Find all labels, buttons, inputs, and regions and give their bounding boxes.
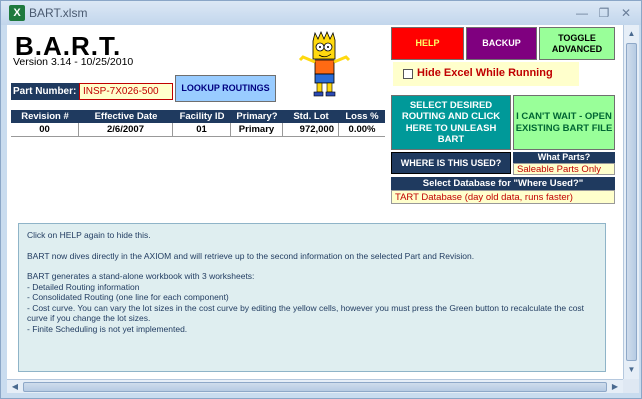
hide-excel-label: Hide Excel While Running: [417, 67, 553, 79]
vertical-scrollbar[interactable]: ▲ ▼: [623, 25, 639, 379]
help-line: BART now dives directly in the AXIOM and…: [27, 250, 475, 261]
table-cell: 2/6/2007: [79, 123, 173, 136]
help-line: - Cost curve. You can vary the lot sizes…: [27, 302, 585, 324]
table-cell: 00: [11, 123, 79, 136]
unleash-bart-button[interactable]: SELECT DESIRED ROUTING AND CLICK HERE TO…: [391, 95, 511, 150]
excel-window: X BART.xlsm — ❐ ✕ B.A.R.T. Version 3.14 …: [0, 0, 642, 399]
table-cell: 0.00%: [348, 124, 376, 135]
table-cell: Primary: [231, 123, 283, 136]
scroll-down-icon[interactable]: ▼: [626, 363, 637, 377]
column-header: Std. Lot: [293, 111, 329, 122]
database-select[interactable]: TART Database (day old data, runs faster…: [391, 190, 615, 204]
open-existing-button[interactable]: I CAN'T WAIT - OPEN EXISTING BART FILE: [513, 95, 615, 150]
table-cell: 01: [173, 123, 231, 136]
window-title: BART.xlsm: [29, 6, 88, 20]
column-header: Revision #: [21, 111, 69, 122]
horizontal-scrollbar[interactable]: ◀ ▶: [7, 379, 623, 393]
database-label: Select Database for "Where Used?": [391, 177, 615, 190]
restore-icon[interactable]: ❐: [595, 5, 613, 21]
part-number-input[interactable]: INSP-7X026-500: [79, 83, 173, 100]
excel-icon: X: [9, 5, 25, 21]
table-cell: 972,000: [283, 123, 339, 136]
version-label: Version 3.14 - 10/25/2010: [13, 56, 134, 68]
part-number-label: Part Number:: [11, 83, 79, 100]
scroll-thumb[interactable]: [626, 43, 637, 361]
help-line: - Consolidated Routing (one line for eac…: [27, 292, 229, 302]
table-row[interactable]: 00 2/6/2007 01 Primary 972,000 0.00%: [11, 123, 385, 137]
help-button[interactable]: HELP: [391, 27, 464, 60]
help-line: Click on HELP again to hide this.: [27, 230, 151, 240]
lookup-routings-button[interactable]: LOOKUP ROUTINGS: [175, 75, 276, 102]
column-header: Effective Date: [94, 111, 158, 122]
toggle-advanced-button[interactable]: TOGGLE ADVANCED: [539, 27, 615, 60]
bart-simpson-image: [298, 30, 351, 97]
resize-corner: [623, 379, 639, 393]
what-parts-label: What Parts?: [513, 152, 615, 163]
help-line: - Finite Scheduling is not yet implement…: [27, 323, 188, 334]
routing-table-header: Revision # Effective Date Facility ID Pr…: [11, 110, 385, 123]
help-panel: Click on HELP again to hide this. BART n…: [18, 223, 606, 372]
minimize-icon[interactable]: —: [573, 5, 591, 21]
help-line: BART generates a stand-alone workbook wi…: [27, 271, 255, 281]
scroll-left-icon[interactable]: ◀: [8, 380, 22, 394]
where-used-button[interactable]: WHERE IS THIS USED?: [391, 152, 511, 174]
scroll-up-icon[interactable]: ▲: [626, 27, 637, 41]
close-icon[interactable]: ✕: [617, 5, 635, 21]
scroll-right-icon[interactable]: ▶: [608, 380, 622, 394]
what-parts-select[interactable]: Saleable Parts Only: [513, 163, 615, 175]
column-header: Loss %: [345, 111, 379, 122]
column-header: Primary?: [236, 111, 278, 122]
backup-button[interactable]: BACKUP: [466, 27, 537, 60]
column-header: Facility ID: [179, 111, 225, 122]
scroll-thumb[interactable]: [23, 382, 607, 392]
title-bar: X BART.xlsm — ❐ ✕: [1, 1, 641, 25]
help-line: - Detailed Routing information: [27, 281, 140, 292]
hide-excel-checkbox[interactable]: [403, 69, 413, 79]
